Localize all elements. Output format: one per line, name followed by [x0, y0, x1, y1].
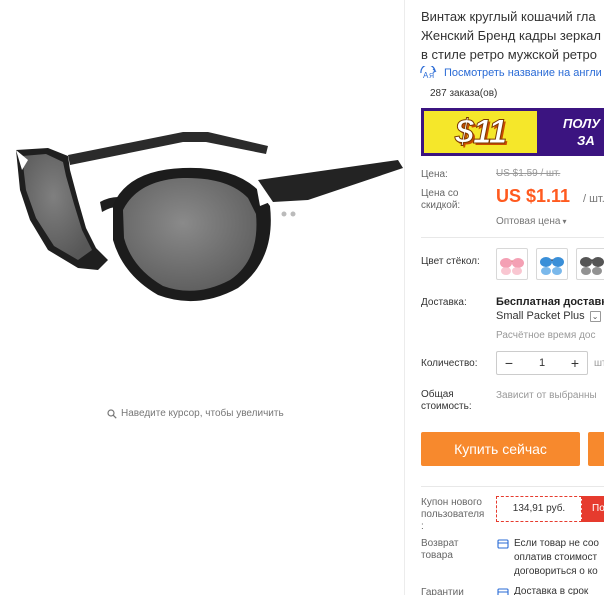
- returns-label-line: Возврат: [421, 538, 459, 549]
- product-panel: Винтаж круглый кошачий гла Женский Бренд…: [405, 0, 604, 595]
- color-swatch-pink[interactable]: [496, 248, 528, 280]
- zoom-hint-text: Наведите курсор, чтобы увеличить: [121, 408, 284, 419]
- returns-label-line: товара: [421, 550, 453, 561]
- zoom-hint: Наведите курсор, чтобы увеличить: [107, 408, 284, 419]
- color-swatch-grey[interactable]: [576, 248, 604, 280]
- discount-price-label: Цена со скидкой:: [421, 188, 460, 212]
- quantity-input[interactable]: 1: [521, 357, 563, 369]
- wholesale-label: Оптовая цена: [496, 216, 561, 227]
- shipping-title: Бесплатная доставк: [496, 296, 604, 308]
- shipping-label: Доставка:: [421, 297, 467, 308]
- color-swatch-blue[interactable]: [536, 248, 568, 280]
- product-title-line: Женский Бренд кадры зеркал: [421, 28, 601, 43]
- quantity-stepper: − 1 +: [496, 351, 588, 375]
- translate-title-link[interactable]: A Я Посмотреть название на англи: [418, 66, 602, 80]
- quantity-decrease-button[interactable]: −: [497, 352, 521, 374]
- total-label-line: Общая: [421, 389, 454, 400]
- product-gallery: Наведите курсор, чтобы увеличить: [0, 0, 404, 595]
- shipping-eta: Расчётное время дос: [496, 330, 596, 341]
- orders-count: 287 заказа(ов): [430, 88, 498, 99]
- coupon-value: 134,91 руб.: [496, 496, 582, 522]
- promo-text-line: ПОЛУ: [563, 116, 601, 131]
- quantity-label: Количество:: [421, 358, 478, 369]
- total-label-line: стоимость:: [421, 401, 472, 412]
- buy-now-button[interactable]: Купить сейчас: [421, 432, 580, 466]
- returns-text: Если товар не соо оплатив стоимост догов…: [514, 537, 599, 579]
- translate-link-text: Посмотреть название на англи: [444, 67, 602, 79]
- total-label: Общая стоимость:: [421, 389, 472, 413]
- magnifier-icon: [107, 408, 117, 419]
- blue-lens-sunglasses-icon: [540, 257, 564, 275]
- discount-label-line: Цена со: [421, 188, 459, 199]
- divider: [421, 486, 604, 487]
- translate-icon: A Я: [420, 66, 437, 80]
- product-title-line: в стиле ретро мужской ретро: [421, 47, 598, 62]
- chevron-down-icon: ▾: [562, 217, 567, 226]
- coupon-label-line: пользователя: [421, 509, 485, 520]
- returns-label: Возврат товара: [421, 538, 459, 562]
- svg-text:Я: Я: [429, 73, 434, 80]
- shipping-method: Small Packet Plus: [496, 310, 585, 322]
- coupon-label-line: :: [421, 521, 424, 532]
- price-label: Цена:: [421, 169, 448, 180]
- wholesale-price-dropdown[interactable]: Оптовая цена ▾: [496, 216, 566, 227]
- quantity-unit: шт: [594, 358, 604, 369]
- price-unit: / шт.: [583, 193, 604, 205]
- divider: [421, 237, 604, 238]
- color-label: Цвет стёкол:: [421, 256, 480, 267]
- promo-amount: $11: [454, 113, 507, 152]
- get-coupon-button[interactable]: По: [582, 496, 604, 522]
- total-note: Зависит от выбранны: [496, 390, 597, 401]
- discount-label-line: скидкой:: [421, 200, 461, 211]
- discount-price: US $1.11: [496, 186, 571, 206]
- returns-text-line: оплатив стоимост: [514, 552, 598, 563]
- returns-text-line: Если товар не соо: [514, 538, 599, 549]
- guarantee-text: Доставка в срок: [514, 586, 589, 595]
- pink-lens-sunglasses-icon: [500, 258, 524, 275]
- old-price: US $1.59 / шт.: [496, 168, 561, 179]
- quantity-increase-button[interactable]: +: [563, 352, 587, 374]
- coupon-label: Купон нового пользователя :: [421, 497, 484, 533]
- shield-return-icon: [497, 539, 509, 549]
- delivery-calendar-icon: [497, 588, 509, 595]
- shipping-method-select[interactable]: Small Packet Plus ⌄: [496, 310, 601, 322]
- grey-lens-sunglasses-icon: [580, 257, 604, 275]
- product-title-line: Винтаж круглый кошачий гла: [421, 9, 596, 24]
- returns-text-line: договориться о ко: [514, 566, 598, 577]
- guarantee-label: Гарантии: [421, 587, 464, 595]
- promo-text: ПОЛУ ЗА: [563, 115, 600, 149]
- product-title: Винтаж круглый кошачий гла Женский Бренд…: [421, 7, 604, 64]
- chevron-down-icon: ⌄: [589, 310, 601, 322]
- promo-text-line: ЗА: [577, 133, 595, 148]
- add-to-cart-button[interactable]: [588, 432, 604, 466]
- product-image[interactable]: [8, 110, 408, 310]
- promo-banner[interactable]: $11 ПОЛУ ЗА: [421, 108, 604, 156]
- coupon-label-line: Купон нового: [421, 497, 482, 508]
